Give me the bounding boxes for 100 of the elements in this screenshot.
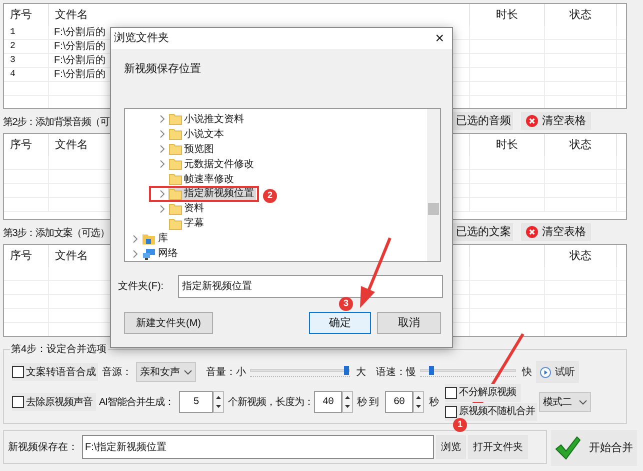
folder-icon xyxy=(169,128,182,140)
folder-name-field[interactable]: 指定新视频位置 xyxy=(178,275,443,298)
chevron-right-icon[interactable] xyxy=(160,115,164,124)
ok-button[interactable]: 确定 xyxy=(309,312,371,334)
column-header[interactable]: 时长 xyxy=(496,6,518,24)
browse-button[interactable]: 浏览 xyxy=(436,435,466,459)
slider[interactable] xyxy=(250,364,350,380)
spinner-arrows-icon[interactable] xyxy=(413,391,424,413)
cancel-button[interactable]: 取消 xyxy=(377,312,441,334)
dialog-title: 浏览文件夹 xyxy=(114,30,169,46)
checkbox-label: 不分解原视频 xyxy=(459,386,516,400)
scrollbar[interactable] xyxy=(427,109,440,261)
tree-item[interactable]: 帧速率修改 xyxy=(168,172,236,186)
voice-label: 音源： xyxy=(102,366,133,380)
checkbox[interactable] xyxy=(445,386,457,398)
tree-item[interactable]: 网络 xyxy=(141,247,180,260)
table-cell-text: F:\分割后的 xyxy=(54,68,106,82)
clear-table-button[interactable]: 清空表格 xyxy=(521,112,591,130)
tree-item[interactable]: 小说推文资料 xyxy=(168,112,246,126)
save-path-field[interactable]: F:\指定新视频位置 xyxy=(82,435,434,459)
volume-label: 音量：小 xyxy=(206,366,247,380)
chevron-right-icon[interactable] xyxy=(132,250,138,258)
column-header[interactable]: 序号 xyxy=(10,248,32,264)
dialog-description: 新视频保存位置 xyxy=(124,62,202,77)
start-merge-button[interactable]: 开始合并 xyxy=(551,430,637,466)
volume-max-label: 大 xyxy=(356,366,367,380)
seconds-label: 秒 xyxy=(429,396,440,410)
seconds-to-label: 秒 到 xyxy=(357,396,380,410)
group-title: 第4步：设定合并选项 xyxy=(10,342,108,357)
column-header[interactable]: 时长 xyxy=(496,136,518,154)
column-header[interactable]: 状态 xyxy=(570,248,592,264)
table-cell-text: 4 xyxy=(10,68,16,81)
tree-item[interactable]: 小说文本 xyxy=(168,128,226,141)
chevron-right-icon[interactable] xyxy=(160,130,164,138)
folder-icon xyxy=(169,188,182,200)
clear-icon xyxy=(526,115,538,127)
open-folder-button[interactable]: 打开文件夹 xyxy=(468,435,528,459)
library-icon xyxy=(142,232,156,245)
speed-max-label: 快 xyxy=(522,366,533,380)
column-header[interactable]: 序号 xyxy=(10,136,32,154)
table-cell-text: 3 xyxy=(10,54,16,67)
new-folder-button[interactable]: 新建文件夹(M) xyxy=(124,312,213,334)
column-header[interactable]: 序号 xyxy=(10,6,32,24)
checkmark-icon xyxy=(555,436,581,460)
checkbox[interactable] xyxy=(12,366,24,378)
number-field[interactable]: 40 xyxy=(314,391,342,413)
chevron-right-icon[interactable] xyxy=(160,190,164,198)
table-cell-text: 1 xyxy=(10,26,16,39)
folder-icon xyxy=(169,113,182,126)
tree-item[interactable]: 元数据文件修改 xyxy=(168,158,256,171)
checkbox[interactable] xyxy=(12,396,24,408)
dropdown[interactable]: 亲和女声 xyxy=(136,362,196,382)
length-label: 个新视频，长度为： xyxy=(228,396,314,410)
tree-item[interactable]: 字幕 xyxy=(168,217,206,230)
slider-thumb[interactable] xyxy=(344,366,349,375)
column-header[interactable]: 文件名 xyxy=(55,248,88,264)
network-icon xyxy=(142,248,156,260)
folder-field-label: 文件夹(F): xyxy=(118,280,165,294)
slider[interactable] xyxy=(420,364,516,380)
play-icon xyxy=(540,366,551,378)
checkbox-label: 去除原视频声音 xyxy=(26,396,92,410)
step-label: 第2步：添加背景音频（可 xyxy=(3,117,109,128)
checkbox[interactable] xyxy=(445,406,457,418)
dropdown[interactable]: 模式二 xyxy=(539,392,591,412)
tree-item[interactable]: 预览图 xyxy=(168,142,216,156)
checkbox-label: 文案转语音合成 xyxy=(26,366,96,380)
column-header[interactable]: 文件名 xyxy=(55,136,88,154)
slider-thumb[interactable] xyxy=(428,366,434,375)
step-label: 第3步：添加文案（可选） xyxy=(3,228,109,239)
ai-generate-label: AI智能合并生成： xyxy=(99,396,175,410)
chevron-right-icon[interactable] xyxy=(132,234,138,243)
preview-button[interactable]: 试听 xyxy=(536,361,579,383)
number-field[interactable]: 5 xyxy=(179,391,213,413)
folder-icon xyxy=(169,218,182,230)
spinner-arrows-icon[interactable] xyxy=(342,391,353,413)
chevron-right-icon[interactable] xyxy=(160,204,164,213)
step-number-badge: 1 xyxy=(453,418,467,432)
folder-icon xyxy=(169,158,182,170)
chevron-down-icon xyxy=(579,400,587,404)
table-cell-text: F:\分割后的 xyxy=(54,40,106,54)
column-header[interactable]: 文件名 xyxy=(55,6,88,24)
folder-icon xyxy=(169,143,182,156)
tree-item[interactable]: 资料 xyxy=(168,202,206,216)
clear-table-button[interactable]: 清空表格 xyxy=(521,223,591,241)
tree-item[interactable]: 指定新视频位置 xyxy=(168,187,256,200)
table-cell-text: F:\分割后的 xyxy=(54,54,106,68)
chevron-right-icon[interactable] xyxy=(160,145,164,154)
chevron-right-icon[interactable] xyxy=(160,160,164,168)
spinner-arrows-icon[interactable] xyxy=(213,391,224,413)
column-header[interactable]: 状态 xyxy=(570,6,592,24)
tree-item[interactable]: 库 xyxy=(141,232,170,246)
number-field[interactable]: 60 xyxy=(385,391,413,413)
table-cell-text: F:\分割后的 xyxy=(54,26,106,40)
close-button[interactable]: × xyxy=(435,31,444,46)
speed-label: 语速：慢 xyxy=(376,366,417,380)
annotation-arrow xyxy=(360,237,392,308)
column-header[interactable]: 状态 xyxy=(570,136,592,154)
checkbox-label: 原视频不随机合并 xyxy=(459,404,535,419)
chevron-down-icon xyxy=(184,370,192,374)
clear-icon xyxy=(526,226,538,238)
